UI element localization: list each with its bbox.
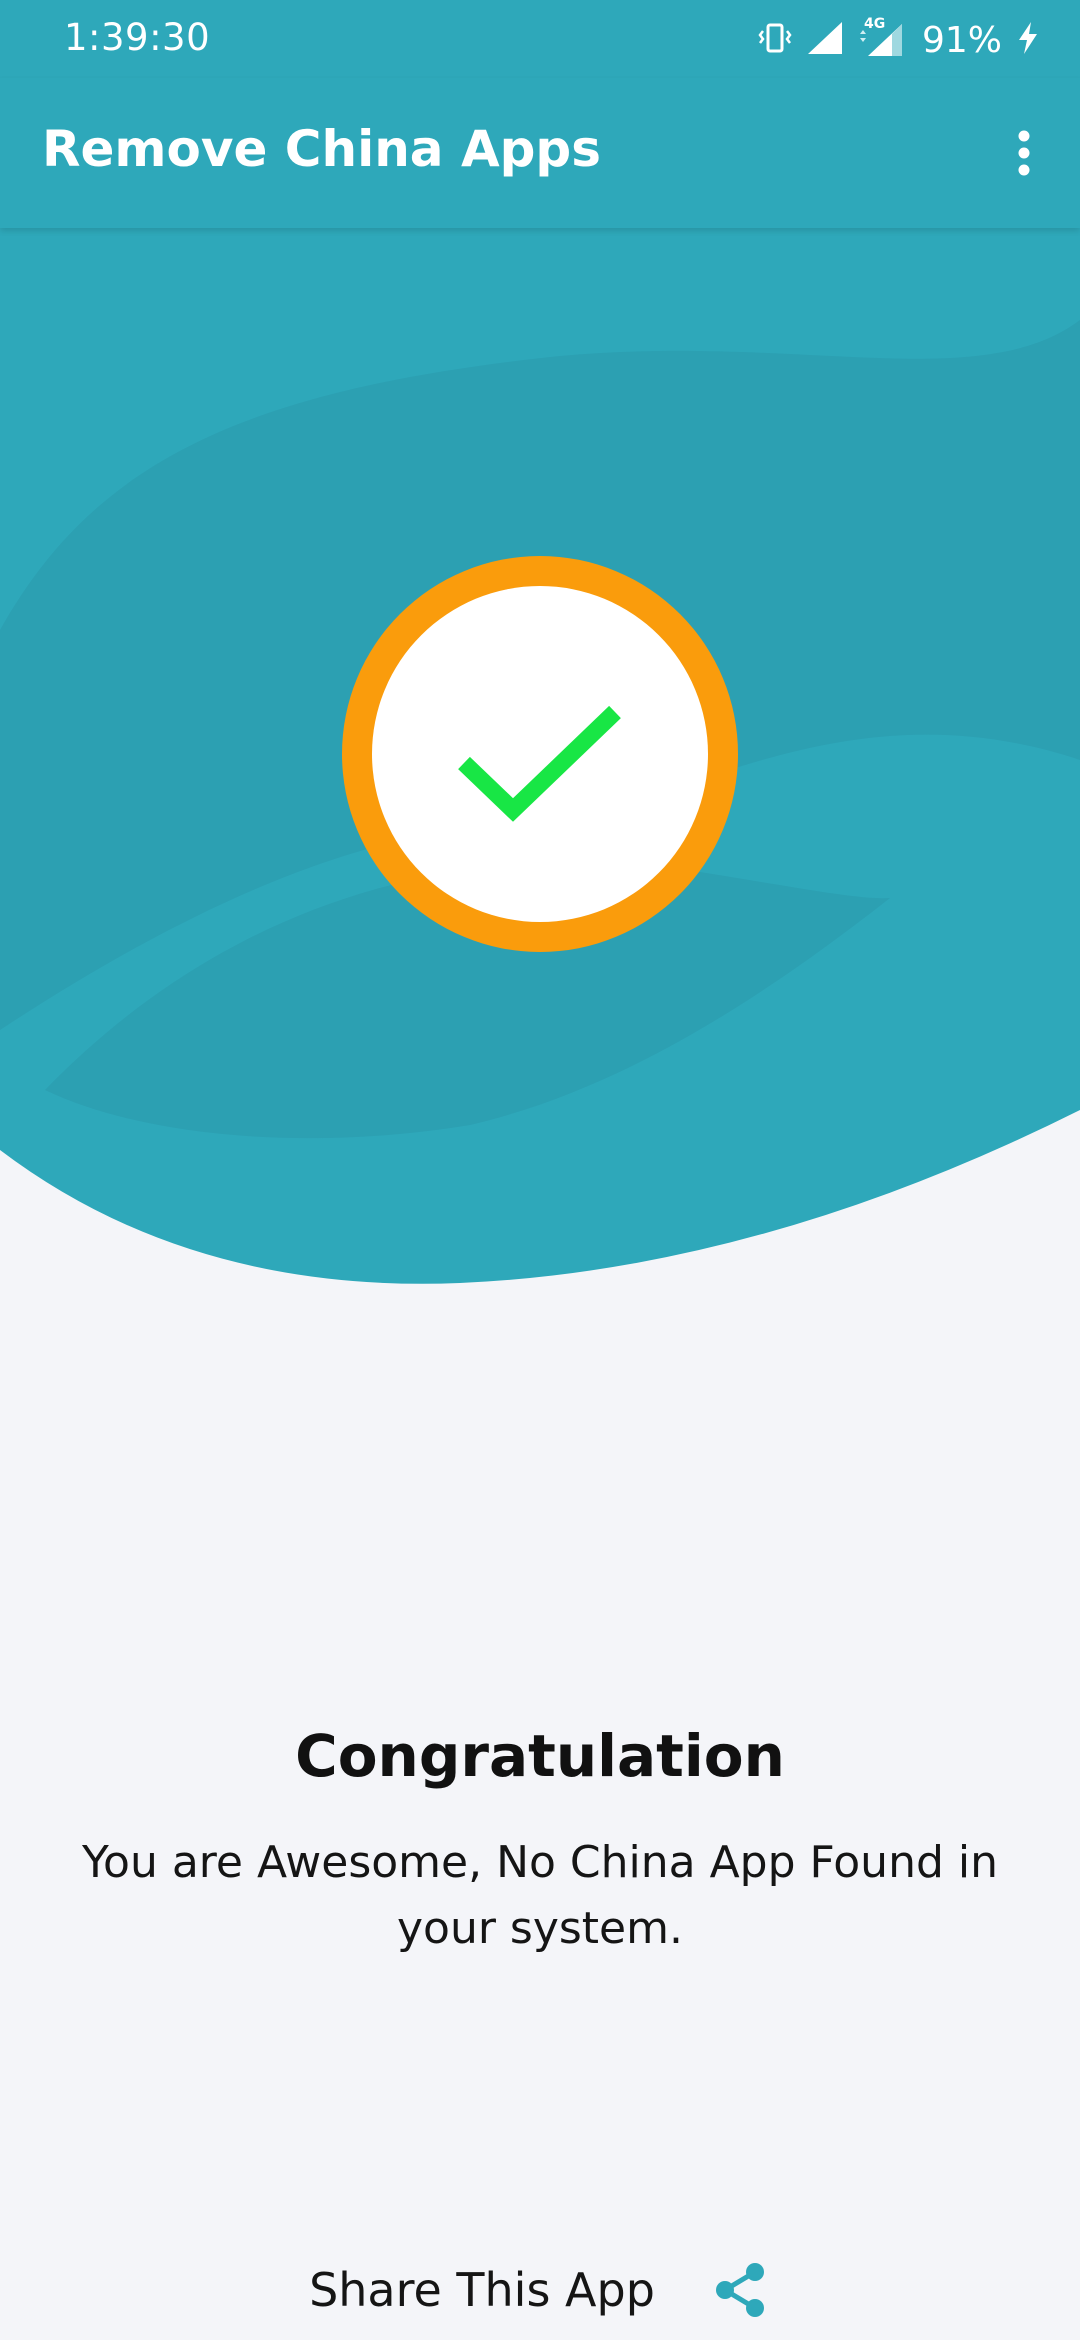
share-icon xyxy=(715,2263,764,2317)
signal-icon xyxy=(806,20,844,60)
more-vert-icon xyxy=(1018,130,1030,176)
overflow-menu-button[interactable] xyxy=(984,108,1064,198)
status-icons: 4G 91% xyxy=(744,16,1040,64)
check-circle-icon xyxy=(342,556,738,952)
share-label: Share This App xyxy=(309,2263,655,2317)
vibrate-icon xyxy=(758,21,792,59)
signal-4g-icon: 4G xyxy=(858,16,904,62)
battery-percentage: 91% xyxy=(921,19,1002,61)
app-bar: Remove China Apps xyxy=(0,78,1080,228)
share-app-button[interactable]: Share This App xyxy=(0,2250,1080,2330)
result-message: You are Awesome, No China App Found in y… xyxy=(82,1837,998,1954)
result-heading: Congratulation xyxy=(295,1722,785,1790)
screen: 1:39:30 4G 91% Remove China Apps Congrat… xyxy=(0,0,1080,2340)
network-type-label: 4G xyxy=(863,16,886,32)
charging-icon xyxy=(1016,20,1040,60)
status-time: 1:39:30 xyxy=(64,16,211,59)
app-title: Remove China Apps xyxy=(42,120,601,178)
status-bar: 1:39:30 4G 91% xyxy=(0,0,1080,78)
